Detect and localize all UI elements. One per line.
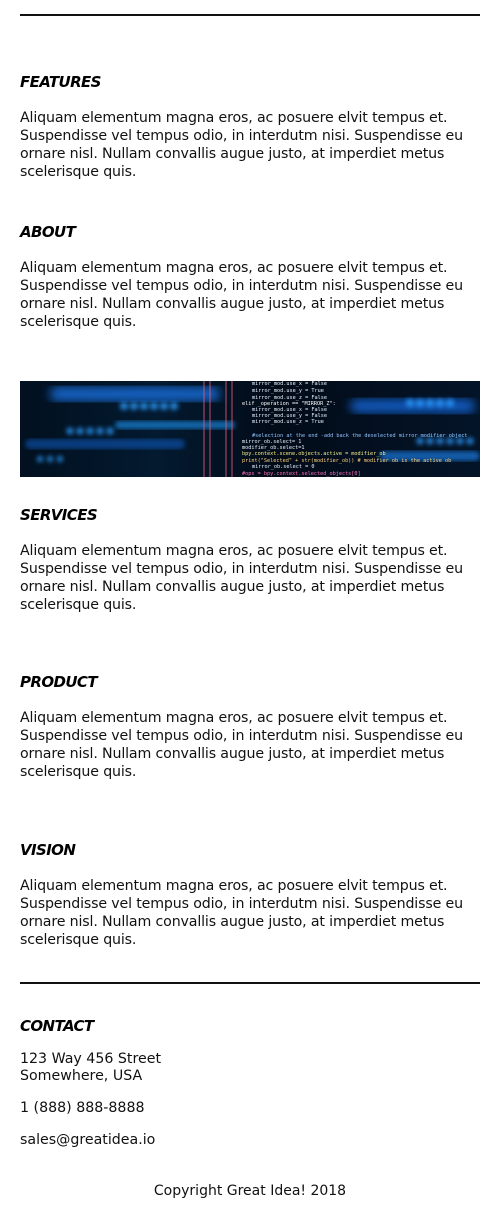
code-line: bpy.context.scene.objects.active = modif… xyxy=(242,451,386,457)
section-text-features: Aliquam elementum magna eros, ac posuere… xyxy=(20,110,463,180)
section-heading-about: About xyxy=(20,223,76,241)
code-line: mirror_mod.use_x = False xyxy=(252,381,327,387)
section-heading-services: Services xyxy=(20,506,98,524)
section-product: Product Aliquam elementum magna eros, ac… xyxy=(20,673,480,781)
code-line: mirror_ob.select = 0 xyxy=(252,464,314,470)
footer-copyright: Copyright Great Idea! 2018 xyxy=(153,1183,347,1199)
section-text-product: Aliquam elementum magna eros, ac posuere… xyxy=(20,710,463,780)
email-link[interactable]: sales@greatidea.io xyxy=(20,1132,480,1149)
section-features: Features Aliquam elementum magna eros, a… xyxy=(20,73,480,181)
section-vision: Vision Aliquam elementum magna eros, ac … xyxy=(20,841,480,949)
section-text-about: Aliquam elementum magna eros, ac posuere… xyxy=(20,260,463,330)
section-text-services: Aliquam elementum magna eros, ac posuere… xyxy=(20,543,463,613)
code-line: #ops = bpy.context.selected_objects[0] xyxy=(242,471,361,477)
section-heading-product: Product xyxy=(20,673,98,691)
section-about: About Aliquam elementum magna eros, ac p… xyxy=(20,223,480,331)
code-screen-image: mirror_mod.use_x = False mirror_mod.use_… xyxy=(25,381,480,477)
code-line: mirror_mod.use_z = True xyxy=(252,419,324,425)
section-heading-vision: Vision xyxy=(20,841,76,859)
section-services: Services Aliquam elementum magna eros, a… xyxy=(20,506,480,614)
address-line-2: Somewhere, USA xyxy=(20,1068,143,1084)
phone-number[interactable]: 1 (888) 888-8888 xyxy=(20,1100,480,1117)
section-text-vision: Aliquam elementum magna eros, ac posuere… xyxy=(20,878,463,948)
contact-divider xyxy=(20,982,480,984)
section-heading-features: Features xyxy=(20,73,101,91)
code-line: mirror_mod.use_y = True xyxy=(252,388,324,394)
contact-section: Contact 123 Way 456 Street Somewhere, US… xyxy=(20,1017,480,1149)
contact-heading: Contact xyxy=(20,1017,94,1035)
top-divider xyxy=(20,14,480,16)
address-line-1: 123 Way 456 Street xyxy=(20,1051,162,1067)
code-screen-banner-image: mirror_mod.use_x = False mirror_mod.use_… xyxy=(20,381,480,477)
